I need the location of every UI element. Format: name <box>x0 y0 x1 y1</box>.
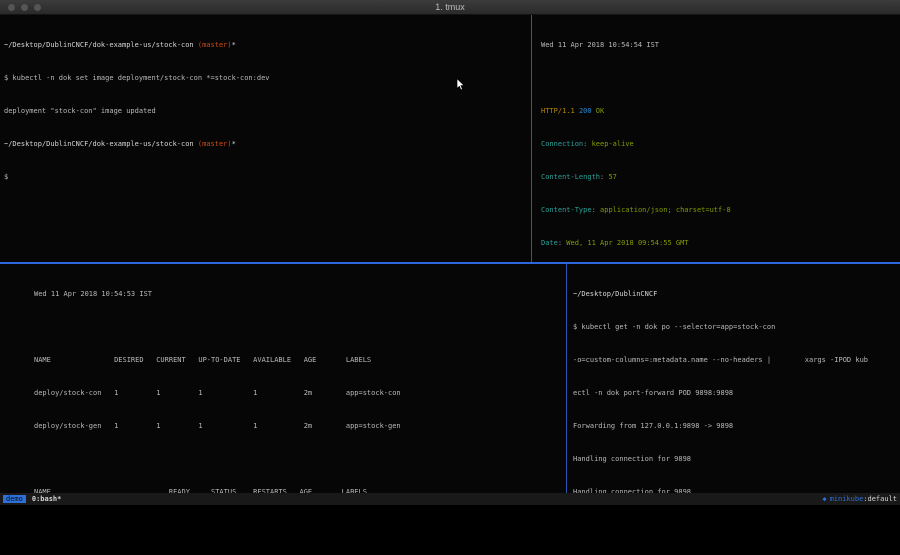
http-status-code: 200 <box>579 107 596 115</box>
http-protocol: HTTP/1.1 <box>541 107 579 115</box>
pane-divider-vertical-bottom[interactable] <box>566 264 567 493</box>
deployments-table-header: NAME DESIRED CURRENT UP-TO-DATE AVAILABL… <box>34 355 566 366</box>
blank-line <box>34 454 566 465</box>
traffic-lights <box>8 4 41 11</box>
pane-divider-vertical-top[interactable] <box>531 15 532 262</box>
zoom-button[interactable] <box>34 4 41 11</box>
blank-line <box>541 73 900 84</box>
http-header: Content-Length: 57 <box>541 172 900 183</box>
pane-divider-horizontal[interactable] <box>0 262 900 264</box>
http-header: Date: Wed, 11 Apr 2018 09:54:55 GMT <box>541 238 900 249</box>
session-name-badge[interactable]: demo <box>3 495 26 503</box>
pane-top-right[interactable]: Wed 11 Apr 2018 10:54:54 IST HTTP/1.1 20… <box>533 15 900 262</box>
pane-bottom-left[interactable]: Wed 11 Apr 2018 10:54:53 IST NAME DESIRE… <box>0 264 566 493</box>
timestamp: Wed 11 Apr 2018 10:54:53 IST <box>34 289 566 300</box>
window-tab[interactable]: 0:bash* <box>32 495 62 503</box>
output-line: Forwarding from 127.0.0.1:9898 -> 9898 <box>573 421 900 432</box>
command-line: $ kubectl -n dok set image deployment/st… <box>4 73 531 84</box>
shell-prompt-symbol: $ <box>4 172 531 183</box>
http-status-line: HTTP/1.1 200 OK <box>541 106 900 117</box>
window-titlebar: 1. tmux <box>0 0 900 15</box>
cwd-path: ~/Desktop/DublinCNCF/dok-example-us/stoc… <box>4 140 198 148</box>
http-status-reason: OK <box>596 107 604 115</box>
kube-context-namespace: :default <box>863 495 897 503</box>
blank-line <box>34 322 566 333</box>
command-line: $ kubectl get -n dok po --selector=app=s… <box>573 322 900 333</box>
git-dirty-marker: * <box>232 140 236 148</box>
command-line-wrap: -o=custom-columns=:metadata.name --no-he… <box>573 355 900 366</box>
terminal-area: ~/Desktop/DublinCNCF/dok-example-us/stoc… <box>0 15 900 493</box>
shell-prompt-line: ~/Desktop/DublinCNCF/dok-example-us/stoc… <box>4 40 531 51</box>
kube-context-name: minikube <box>830 495 864 503</box>
pane-bottom-right[interactable]: ~/Desktop/DublinCNCF $ kubectl get -n do… <box>568 264 900 493</box>
pane-top-left[interactable]: ~/Desktop/DublinCNCF/dok-example-us/stoc… <box>0 15 531 262</box>
kube-context-icon: ◆ <box>822 495 826 503</box>
close-button[interactable] <box>8 4 15 11</box>
table-row: deploy/stock-gen 1 1 1 1 2m app=stock-ge… <box>34 421 566 432</box>
http-header: Content-Type: application/json; charset=… <box>541 205 900 216</box>
minimize-button[interactable] <box>21 4 28 11</box>
timestamp: Wed 11 Apr 2018 10:54:54 IST <box>541 40 900 51</box>
git-branch: (master) <box>198 140 232 148</box>
git-dirty-marker: * <box>232 41 236 49</box>
output-line: Handling connection for 9898 <box>573 454 900 465</box>
command-line-wrap: ectl -n dok port-forward POD 9898:9898 <box>573 388 900 399</box>
command-output: deployment "stock-con" image updated <box>4 106 531 117</box>
git-branch: (master) <box>198 41 232 49</box>
shell-prompt-line: ~/Desktop/DublinCNCF/dok-example-us/stoc… <box>4 139 531 150</box>
table-row: deploy/stock-con 1 1 1 1 2m app=stock-co… <box>34 388 566 399</box>
mouse-pointer-icon <box>456 76 465 95</box>
cwd-path: ~/Desktop/DublinCNCF <box>573 289 900 300</box>
http-header: Connection: keep-alive <box>541 139 900 150</box>
cwd-path: ~/Desktop/DublinCNCF/dok-example-us/stoc… <box>4 41 198 49</box>
window-title: 1. tmux <box>435 2 465 12</box>
tmux-status-bar: demo 0:bash* ◆ minikube :default <box>0 493 900 505</box>
